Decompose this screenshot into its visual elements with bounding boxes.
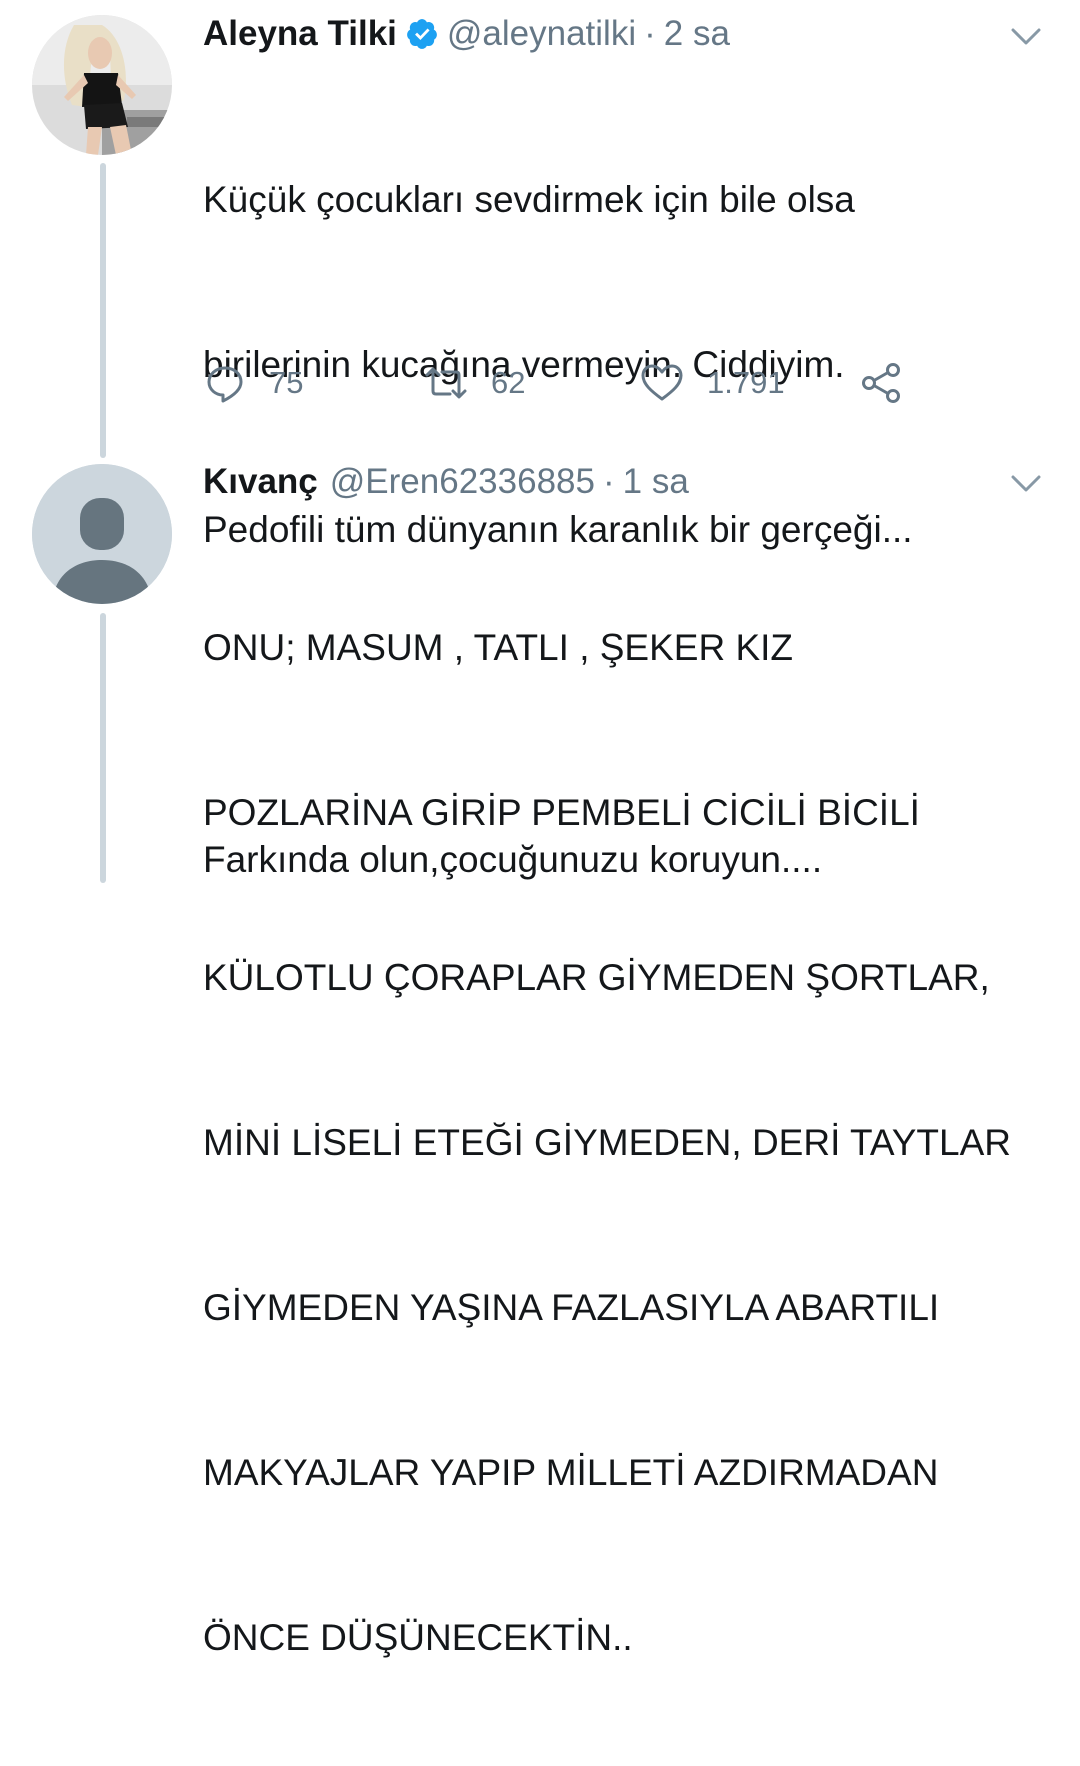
retweet-count: 62 bbox=[491, 365, 526, 400]
thread-line bbox=[100, 163, 106, 458]
heart-icon bbox=[639, 361, 685, 405]
share-button[interactable] bbox=[859, 358, 903, 408]
reply-count: 75 bbox=[269, 365, 304, 400]
author-name[interactable]: Kıvanç bbox=[203, 462, 318, 502]
tweet-header: Kıvanç @Eren62336885 · 1 sa bbox=[203, 462, 689, 502]
chevron-down-icon[interactable] bbox=[1010, 474, 1042, 494]
reply-text-line: KÜLOTLU ÇORAPLAR GİYMEDEN ŞORTLAR, bbox=[203, 957, 990, 998]
reply-text-line: POZLARİNA GİRİP PEMBELİ CİCİLİ BİCİLİ bbox=[203, 792, 920, 833]
share-icon bbox=[859, 361, 903, 405]
reply-icon bbox=[203, 361, 247, 405]
tweet-text-line: Küçük çocukları sevdirmek için bile olsa bbox=[203, 179, 855, 220]
reply-text-line: ONU; MASUM , TATLI , ŞEKER KIZ bbox=[203, 627, 794, 668]
avatar[interactable] bbox=[32, 15, 172, 155]
like-count: 1.791 bbox=[707, 365, 785, 400]
separator-dot: · bbox=[602, 462, 615, 501]
retweet-button[interactable]: 62 bbox=[423, 358, 525, 408]
timestamp[interactable]: 2 sa bbox=[664, 14, 730, 54]
thread-line bbox=[100, 613, 106, 883]
author-handle[interactable]: @aleynatilki bbox=[447, 14, 636, 54]
tweet-header: Aleyna Tilki @aleynatilki · 2 sa bbox=[203, 14, 730, 54]
reply-text-line: GİYMEDEN YAŞINA FAZLASIYLA ABARTILI bbox=[203, 1287, 940, 1328]
reply-text-line: MAKYAJLAR YAPIP MİLLETİ AZDIRMADAN bbox=[203, 1452, 939, 1493]
reply-text-line: MİNİ LİSELİ ETEĞİ GİYMEDEN, DERİ TAYTLAR bbox=[203, 1122, 1012, 1163]
timestamp[interactable]: 1 sa bbox=[623, 462, 689, 502]
retweet-icon bbox=[423, 361, 469, 405]
reply-button[interactable]: 75 bbox=[203, 358, 303, 408]
verified-badge-icon bbox=[405, 17, 439, 51]
tweet-actions: 75 62 1.791 bbox=[203, 358, 923, 408]
avatar[interactable] bbox=[32, 464, 172, 604]
reply-text-line: ÖNCE DÜŞÜNECEKTİN.. bbox=[203, 1617, 633, 1658]
chevron-down-icon[interactable] bbox=[1010, 27, 1042, 47]
separator-dot: · bbox=[644, 14, 656, 53]
like-button[interactable]: 1.791 bbox=[639, 358, 785, 408]
author-name[interactable]: Aleyna Tilki bbox=[203, 14, 397, 54]
author-handle[interactable]: @Eren62336885 bbox=[330, 462, 595, 502]
reply-text: ONU; MASUM , TATLI , ŞEKER KIZ POZLARİNA… bbox=[203, 510, 1063, 1766]
